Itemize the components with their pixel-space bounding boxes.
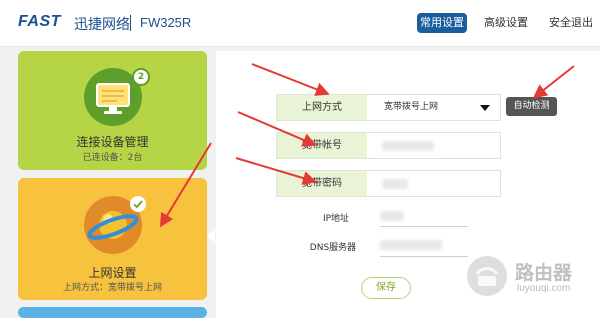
arrow-to-auto-detect	[532, 65, 575, 99]
arrow-to-account	[237, 111, 317, 147]
arrow-to-password	[235, 157, 317, 185]
arrow-to-network-card	[159, 142, 212, 228]
arrow-to-connection-type	[251, 63, 330, 96]
annotation-arrows	[159, 63, 575, 228]
